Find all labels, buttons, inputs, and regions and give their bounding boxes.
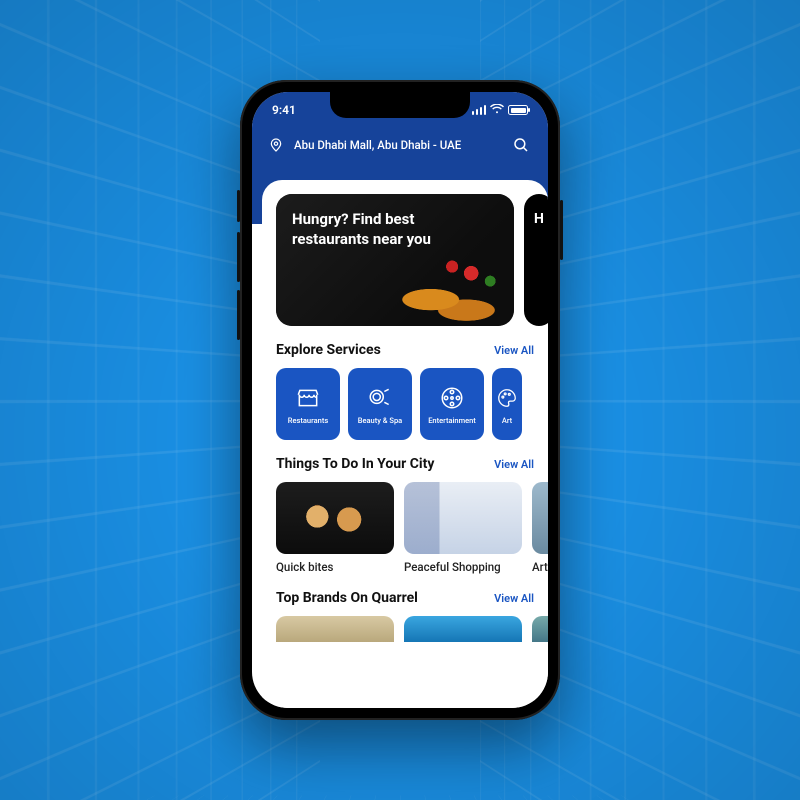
service-tile-beauty[interactable]: Beauty & Spa — [348, 368, 412, 440]
thing-label: Art — [532, 560, 548, 574]
things-section: Things To Do In Your City View All Quick… — [276, 456, 548, 574]
search-button[interactable] — [510, 134, 532, 156]
thing-label: Quick bites — [276, 560, 394, 574]
section-title: Top Brands On Quarrel — [276, 590, 418, 606]
status-time: 9:41 — [272, 103, 296, 117]
hero-carousel[interactable]: Hungry? Find best restaurants near you H — [276, 194, 548, 326]
thing-card[interactable]: Peaceful Shopping — [404, 482, 522, 574]
service-label: Beauty & Spa — [358, 417, 402, 425]
view-all-link[interactable]: View All — [494, 458, 534, 471]
brands-row[interactable] — [276, 616, 548, 642]
service-label: Art — [502, 417, 512, 425]
thing-image — [532, 482, 548, 554]
services-section: Explore Services View All Restaurants — [276, 342, 548, 440]
service-tile-art[interactable]: Art — [492, 368, 522, 440]
content-sheet: Hungry? Find best restaurants near you H… — [262, 180, 548, 708]
phone-mockup: 9:41 Abu Dhabi Mall, Abu Dhabi - UAE — [240, 80, 560, 720]
cellular-signal-icon — [472, 105, 487, 115]
thing-card[interactable]: Quick bites — [276, 482, 394, 574]
section-title: Things To Do In Your City — [276, 456, 434, 472]
service-label: Restaurants — [288, 417, 328, 425]
section-title: Explore Services — [276, 342, 381, 358]
hero-card-title: H — [534, 210, 544, 228]
hero-card[interactable]: H — [524, 194, 548, 326]
palette-icon — [493, 384, 521, 412]
view-all-link[interactable]: View All — [494, 592, 534, 605]
hero-card-title: Hungry? Find best restaurants near you — [292, 210, 444, 249]
services-row[interactable]: Restaurants Beauty & Spa Entertainment — [276, 368, 548, 440]
location-pin-icon[interactable] — [268, 137, 284, 153]
things-row[interactable]: Quick bites Peaceful Shopping Art — [276, 482, 548, 574]
thing-card[interactable]: Art — [532, 482, 548, 574]
device-notch — [330, 92, 470, 118]
view-all-link[interactable]: View All — [494, 344, 534, 357]
brand-card[interactable] — [276, 616, 394, 642]
service-tile-restaurants[interactable]: Restaurants — [276, 368, 340, 440]
app-screen: 9:41 Abu Dhabi Mall, Abu Dhabi - UAE — [252, 92, 548, 708]
brand-card[interactable] — [532, 616, 548, 642]
battery-icon — [508, 105, 528, 115]
service-tile-entertainment[interactable]: Entertainment — [420, 368, 484, 440]
wifi-icon — [490, 103, 504, 117]
thing-label: Peaceful Shopping — [404, 560, 522, 574]
shop-icon — [294, 384, 322, 412]
brands-section: Top Brands On Quarrel View All — [276, 590, 548, 642]
brand-card[interactable] — [404, 616, 522, 642]
hero-card[interactable]: Hungry? Find best restaurants near you — [276, 194, 514, 326]
service-label: Entertainment — [428, 417, 476, 425]
thing-image — [404, 482, 522, 554]
mirror-icon — [366, 384, 394, 412]
thing-image — [276, 482, 394, 554]
location-text[interactable]: Abu Dhabi Mall, Abu Dhabi - UAE — [294, 138, 500, 152]
film-reel-icon — [438, 384, 466, 412]
